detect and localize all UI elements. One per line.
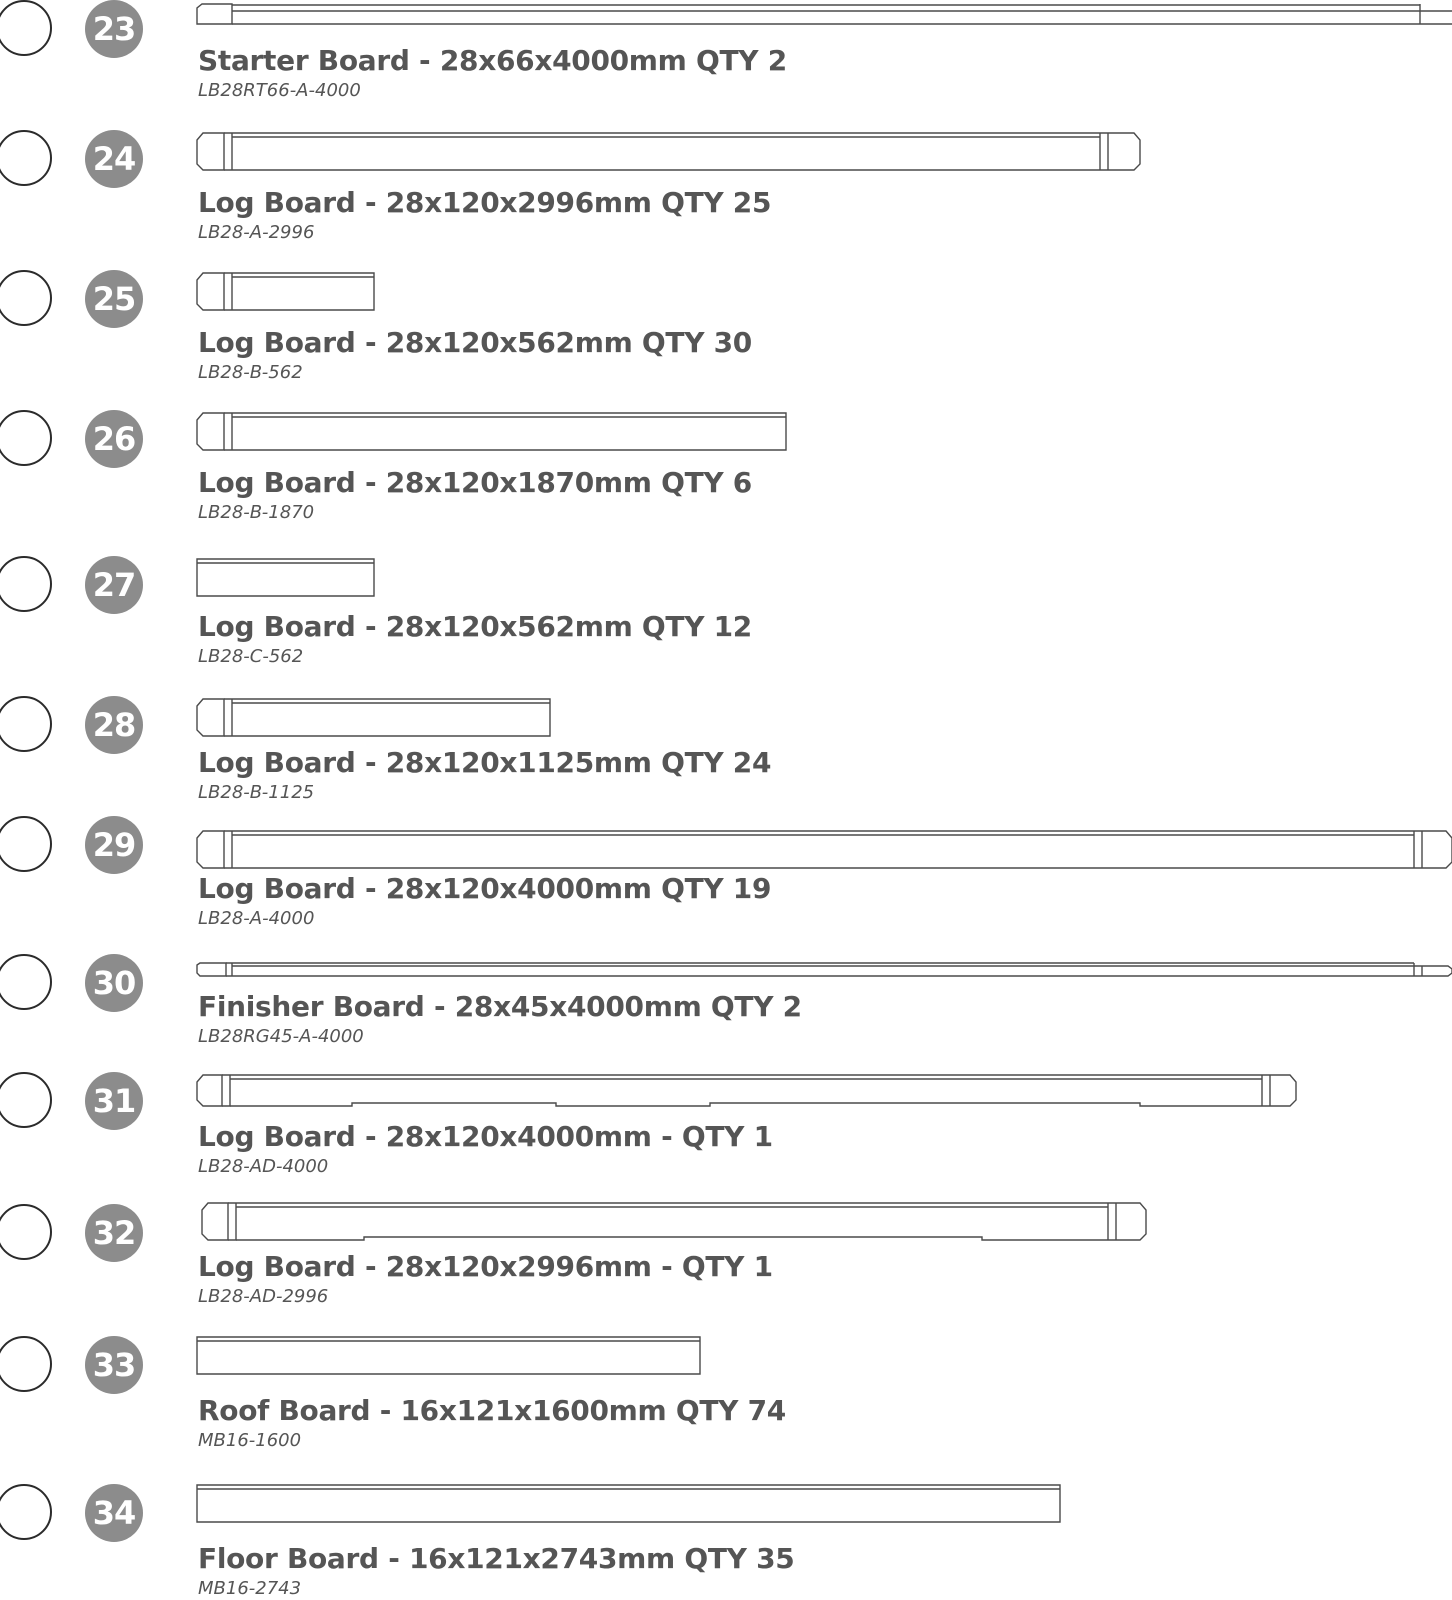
- board-diagram-roof: [196, 1336, 701, 1375]
- board-diagram-log-1870: [196, 412, 787, 451]
- item-title: Log Board - 28x120x2996mm - QTY 1: [198, 1250, 773, 1283]
- board-diagram-log-4000: [196, 830, 1452, 869]
- board-diagram-starter: [196, 3, 1452, 25]
- item-number-badge: 32: [85, 1204, 143, 1262]
- item-number-badge: 34: [85, 1484, 143, 1542]
- item-code: LB28-A-4000: [198, 908, 315, 929]
- checkbox-28[interactable]: [0, 696, 52, 752]
- item-code: LB28-C-562: [198, 646, 304, 667]
- item-number-badge: 27: [85, 556, 143, 614]
- item-number-badge: 28: [85, 696, 143, 754]
- item-code: LB28-AD-2996: [198, 1286, 329, 1307]
- item-title: Log Board - 28x120x562mm QTY 30: [198, 326, 752, 359]
- checkbox-33[interactable]: [0, 1336, 52, 1392]
- checkbox-27[interactable]: [0, 556, 52, 612]
- board-diagram-log-2996: [196, 132, 1141, 171]
- board-diagram-log-1125: [196, 698, 551, 737]
- item-code: MB16-2743: [198, 1578, 302, 1599]
- item-title: Log Board - 28x120x2996mm QTY 25: [198, 186, 772, 219]
- board-diagram-log-562: [196, 272, 375, 311]
- checkbox-24[interactable]: [0, 130, 52, 186]
- item-number-badge: 33: [85, 1336, 143, 1394]
- board-diagram-finisher: [196, 962, 1452, 977]
- item-number-badge: 26: [85, 410, 143, 468]
- item-number-badge: 24: [85, 130, 143, 188]
- item-code: LB28-AD-4000: [198, 1156, 329, 1177]
- checkbox-23[interactable]: [0, 0, 52, 56]
- item-title: Log Board - 28x120x562mm QTY 12: [198, 610, 752, 643]
- item-title: Starter Board - 28x66x4000mm QTY 2: [198, 44, 787, 77]
- item-code: LB28-B-562: [198, 362, 303, 383]
- item-title: Floor Board - 16x121x2743mm QTY 35: [198, 1542, 795, 1575]
- checkbox-34[interactable]: [0, 1484, 52, 1540]
- checkbox-29[interactable]: [0, 816, 52, 872]
- item-code: LB28RT66-A-4000: [198, 80, 361, 101]
- item-title: Log Board - 28x120x4000mm QTY 19: [198, 872, 772, 905]
- board-diagram-log-2996-ad: [201, 1202, 1147, 1241]
- checkbox-25[interactable]: [0, 270, 52, 326]
- item-title: Log Board - 28x120x1125mm QTY 24: [198, 746, 772, 779]
- item-code: LB28-A-2996: [198, 222, 315, 243]
- item-title: Roof Board - 16x121x1600mm QTY 74: [198, 1394, 786, 1427]
- item-title: Log Board - 28x120x4000mm - QTY 1: [198, 1120, 773, 1153]
- item-code: LB28-B-1870: [198, 502, 315, 523]
- item-code: LB28RG45-A-4000: [198, 1026, 364, 1047]
- item-number-badge: 29: [85, 816, 143, 874]
- checkbox-31[interactable]: [0, 1072, 52, 1128]
- item-code: MB16-1600: [198, 1430, 302, 1451]
- checkbox-30[interactable]: [0, 954, 52, 1010]
- item-code: LB28-B-1125: [198, 782, 315, 803]
- checkbox-32[interactable]: [0, 1204, 52, 1260]
- item-number-badge: 23: [85, 0, 143, 58]
- item-title: Log Board - 28x120x1870mm QTY 6: [198, 466, 752, 499]
- item-number-badge: 31: [85, 1072, 143, 1130]
- board-diagram-floor: [196, 1484, 1061, 1523]
- item-number-badge: 25: [85, 270, 143, 328]
- board-diagram-log-562-plain: [196, 558, 375, 597]
- checkbox-26[interactable]: [0, 410, 52, 466]
- item-title: Finisher Board - 28x45x4000mm QTY 2: [198, 990, 802, 1023]
- item-number-badge: 30: [85, 954, 143, 1012]
- board-diagram-log-4000-ad: [196, 1074, 1297, 1107]
